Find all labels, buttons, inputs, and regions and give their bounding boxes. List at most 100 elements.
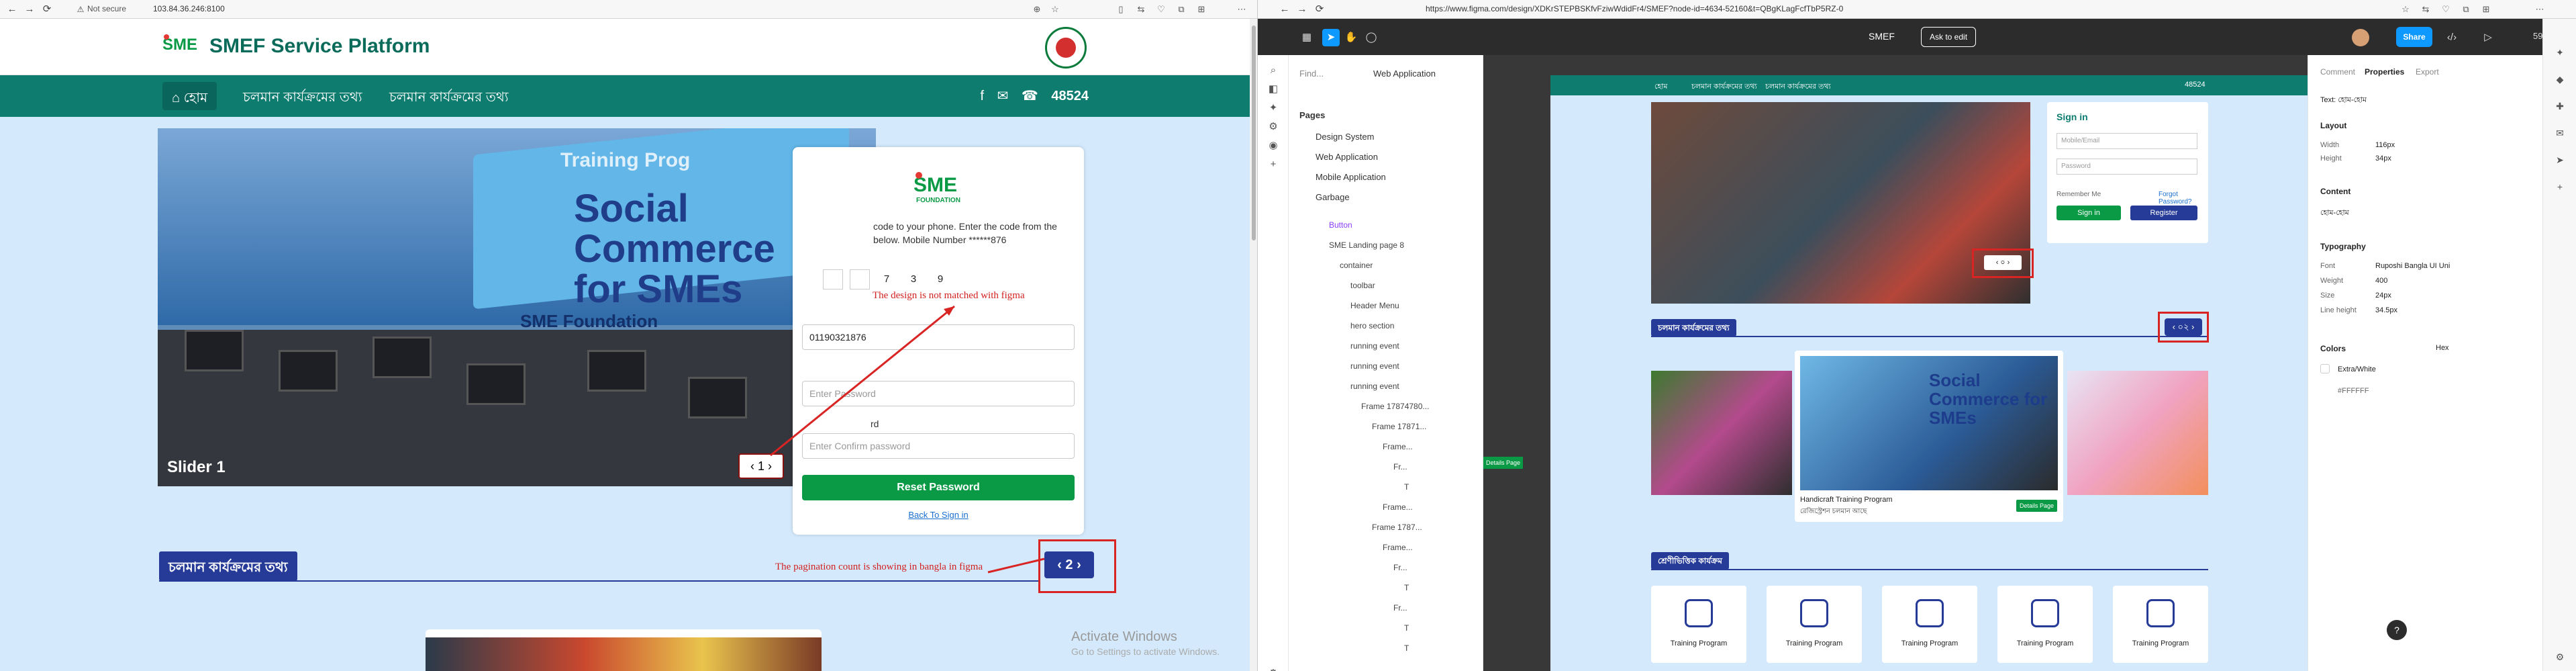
figma-canvas[interactable]: Details Page হোম চলমান কার্যক্রমের তথ্য … — [1483, 55, 2308, 671]
forward-icon[interactable]: → — [23, 3, 36, 16]
reload-icon[interactable]: ⟳ — [40, 3, 54, 16]
reading-view-icon[interactable]: ▯ — [1114, 3, 1128, 16]
present-icon[interactable]: ▷ — [2479, 29, 2497, 46]
layer-item[interactable]: Button — [1329, 220, 1352, 230]
page-item-design-system[interactable]: Design System — [1316, 132, 1374, 142]
layer-item[interactable]: Frame 17874780... — [1361, 402, 1429, 411]
event-card[interactable] — [426, 629, 822, 671]
height-value[interactable]: 34px — [2375, 154, 2391, 163]
size-value[interactable]: 24px — [2375, 292, 2391, 300]
add-icon[interactable]: + — [2553, 180, 2567, 193]
layer-item[interactable]: hero section — [1350, 321, 1394, 330]
phone-icon[interactable]: ☎ — [1022, 89, 1038, 103]
layer-item[interactable]: T — [1404, 482, 1409, 492]
forward-icon[interactable]: → — [1295, 3, 1309, 16]
help-button[interactable]: ? — [2387, 620, 2407, 640]
collections-icon[interactable]: ⧉ — [2459, 3, 2473, 16]
hotline-number[interactable]: 48524 — [1051, 89, 1089, 103]
layers-icon[interactable]: ◧ — [1266, 82, 1281, 97]
nav-running-activities[interactable]: চলমান কার্যক্রমের তথ্য — [243, 87, 362, 109]
layer-item[interactable]: SME Landing page 8 — [1329, 240, 1404, 250]
user-avatar[interactable] — [2352, 29, 2369, 46]
assets-icon[interactable]: ✦ — [1266, 101, 1281, 116]
file-title[interactable]: SMEF — [1869, 31, 1895, 42]
line-height-value[interactable]: 34.5px — [2375, 306, 2397, 314]
events-pagination[interactable]: ‹ 2 › — [1044, 551, 1094, 578]
search-icon[interactable]: ⌕ — [1266, 63, 1281, 78]
otp-digit-4[interactable]: 3 — [903, 269, 924, 289]
find-input[interactable]: Find... — [1299, 69, 1324, 79]
move-tool-icon[interactable]: ➤ — [1322, 29, 1340, 46]
favorite-icon[interactable]: ☆ — [1048, 3, 1062, 16]
otp-digit-3[interactable]: 7 — [877, 269, 897, 289]
reload-icon[interactable]: ⟳ — [1313, 3, 1326, 16]
tab-export[interactable]: Export — [2416, 67, 2439, 77]
page-item-mobile-application[interactable]: Mobile Application — [1316, 172, 1386, 182]
settings-icon[interactable]: ⚙ — [2553, 650, 2567, 664]
page-item-web-application[interactable]: Web Application — [1316, 152, 1378, 162]
sme-logo-icon[interactable]: SME — [161, 34, 203, 56]
layer-item[interactable]: Frame 17871... — [1372, 422, 1426, 431]
favorite-icon[interactable]: ☆ — [2399, 3, 2412, 16]
address-field[interactable]: 103.84.36.246:8100 — [153, 4, 225, 13]
otp-digit-5[interactable]: 9 — [930, 269, 950, 289]
nav-running-activities-2[interactable]: চলমান কার্যক্রমের তথ্য — [389, 87, 509, 109]
page-scrollbar[interactable] — [1250, 19, 1257, 671]
layer-item[interactable]: Fr... — [1393, 603, 1407, 613]
layer-item[interactable]: T — [1404, 623, 1409, 633]
layer-item[interactable]: Frame... — [1383, 442, 1413, 451]
layer-item[interactable]: T — [1404, 583, 1409, 592]
comment-tool-icon[interactable]: ◯ — [1363, 29, 1380, 46]
split-screen-icon[interactable]: ⇆ — [2419, 3, 2432, 16]
extensions-icon[interactable]: ⊞ — [1195, 3, 1208, 16]
extensions-icon[interactable]: ⊞ — [2479, 3, 2493, 16]
layer-item[interactable]: Fr... — [1393, 462, 1407, 472]
ask-to-edit-button[interactable]: Ask to edit — [1921, 27, 1977, 47]
layer-item[interactable]: running event — [1350, 361, 1399, 371]
share-button[interactable]: Share — [2396, 27, 2432, 47]
security-label[interactable]: Not secure — [87, 4, 126, 13]
layer-item[interactable]: Frame 1787... — [1372, 523, 1422, 532]
favorites-icon[interactable]: ♡ — [2439, 3, 2453, 16]
more-icon[interactable]: ⋯ — [2533, 3, 2546, 16]
page-selector[interactable]: Web Application — [1373, 69, 1436, 79]
apps-icon[interactable]: ◉ — [1266, 138, 1281, 153]
mail-icon[interactable]: ✉ — [997, 89, 1009, 103]
back-to-signin-link[interactable]: Back To Sign in — [793, 510, 1084, 520]
warning-icon[interactable]: ⚠ — [74, 3, 87, 16]
content-value[interactable]: হোম-হোম — [2320, 207, 2349, 220]
collections-icon[interactable]: ⧉ — [1175, 3, 1188, 16]
add-icon[interactable]: + — [1266, 157, 1281, 172]
otp-digit-1[interactable] — [823, 269, 843, 289]
design-frame[interactable]: হোম চলমান কার্যক্রমের তথ্য চলমান কার্যক্… — [1550, 75, 2308, 671]
reset-password-button[interactable]: Reset Password — [802, 475, 1075, 500]
color-hex-value[interactable]: #FFFFFF — [2338, 387, 2369, 395]
tools-icon[interactable]: ✚ — [2553, 99, 2567, 113]
split-screen-icon[interactable]: ⇆ — [1134, 3, 1148, 16]
bing-icon[interactable]: ✦ — [2553, 46, 2567, 59]
weight-value[interactable]: 400 — [2375, 277, 2387, 285]
layer-item[interactable]: T — [1404, 643, 1409, 653]
tab-comment[interactable]: Comment — [2320, 67, 2355, 77]
facebook-icon[interactable]: f — [980, 89, 984, 103]
back-icon[interactable]: ← — [1278, 3, 1291, 16]
address-field[interactable]: https://www.figma.com/design/XDKrSTEPBSK… — [1426, 4, 1843, 13]
color-swatch[interactable] — [2320, 364, 2330, 373]
favorites-icon[interactable]: ♡ — [1154, 3, 1168, 16]
send-icon[interactable]: ➤ — [2553, 153, 2567, 167]
width-value[interactable]: 116px — [2375, 141, 2395, 149]
color-mode-select[interactable]: Hex — [2436, 344, 2449, 352]
settings-icon[interactable]: ⚙ — [1266, 666, 1281, 671]
layer-item[interactable]: Fr... — [1393, 563, 1407, 572]
layer-item[interactable]: toolbar — [1350, 281, 1375, 290]
layer-item[interactable]: Frame... — [1383, 502, 1413, 512]
outlook-icon[interactable]: ✉ — [2553, 126, 2567, 140]
layer-item[interactable]: Header Menu — [1350, 301, 1399, 310]
dev-mode-icon[interactable]: ‹/› — [2443, 29, 2461, 46]
page-item-garbage[interactable]: Garbage — [1316, 192, 1350, 202]
nav-home[interactable]: ⌂ হোম — [162, 82, 217, 110]
color-style-name[interactable]: Extra/White — [2338, 365, 2376, 373]
shopping-icon[interactable]: ◆ — [2553, 73, 2567, 86]
font-value[interactable]: Ruposhi Bangla UI Uni — [2375, 262, 2450, 270]
back-icon[interactable]: ← — [5, 3, 19, 16]
